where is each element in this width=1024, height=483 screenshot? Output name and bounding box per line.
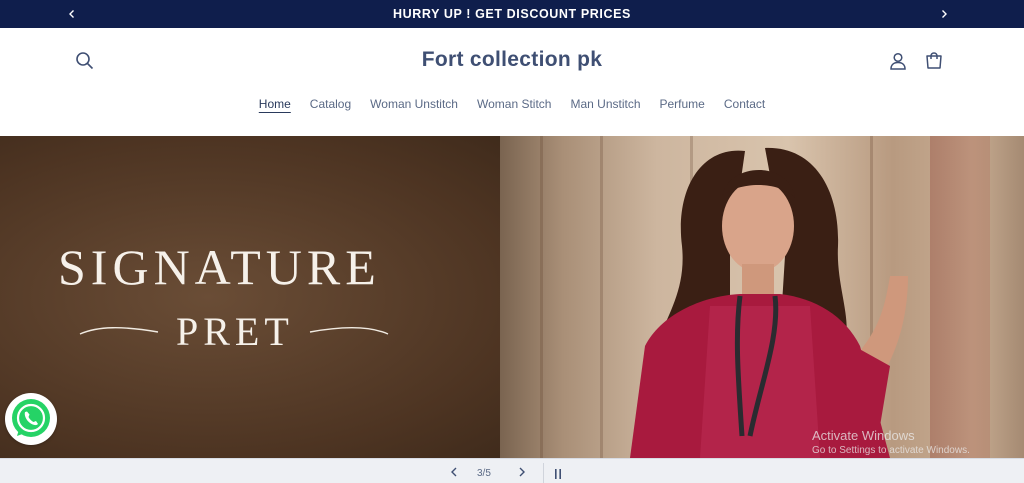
nav-item-woman-stitch[interactable]: Woman Stitch — [477, 95, 551, 113]
announcement-prev-button[interactable] — [58, 0, 86, 28]
cart-button[interactable] — [923, 50, 945, 72]
site-header: Fort collection pk Home Catalog Woman Un… — [0, 28, 1024, 136]
model-image — [630, 147, 908, 458]
whatsapp-button[interactable] — [5, 393, 57, 445]
nav-item-perfume[interactable]: Perfume — [660, 95, 705, 113]
main-nav: Home Catalog Woman Unstitch Woman Stitch… — [0, 95, 1024, 113]
chevron-left-icon — [451, 467, 457, 477]
brand-logo[interactable]: Fort collection pk — [0, 48, 1024, 72]
slide-prev-button[interactable] — [446, 464, 462, 480]
hero-background — [0, 136, 520, 458]
announcement-bar: HURRY UP ! GET DISCOUNT PRICES — [0, 0, 1024, 28]
slide-counter: 3/5 — [477, 468, 491, 479]
wall-door — [930, 136, 990, 458]
nav-item-contact[interactable]: Contact — [724, 95, 765, 113]
nav-item-home[interactable]: Home — [259, 95, 291, 113]
slide-next-button[interactable] — [514, 464, 530, 480]
slideshow-controls: 3/5 — [0, 458, 1024, 483]
announcement-next-button[interactable] — [930, 0, 958, 28]
chevron-left-icon — [69, 10, 74, 18]
account-button[interactable] — [887, 50, 909, 72]
cart-icon — [926, 52, 942, 69]
whatsapp-icon — [12, 399, 50, 437]
controls-divider — [543, 463, 544, 483]
announcement-message: HURRY UP ! GET DISCOUNT PRICES — [393, 7, 631, 21]
watermark-line1: Activate Windows — [812, 428, 915, 443]
chevron-right-icon — [942, 10, 947, 18]
nav-item-catalog[interactable]: Catalog — [310, 95, 351, 113]
hero-title: SIGNATURE — [58, 239, 381, 295]
hero-banner[interactable]: SIGNATURE PRET Activate Windows Go to Se… — [0, 136, 1024, 458]
wall-plank — [540, 136, 543, 458]
flourish-left — [79, 327, 159, 335]
windows-watermark: Activate Windows Go to Settings to activ… — [812, 428, 970, 456]
watermark-line2: Go to Settings to activate Windows. — [812, 445, 970, 456]
nav-item-man-unstitch[interactable]: Man Unstitch — [570, 95, 640, 113]
pause-icon — [555, 469, 561, 479]
slide-pause-button[interactable] — [551, 466, 565, 482]
account-icon — [890, 52, 906, 70]
hero-subtitle: PRET — [176, 309, 294, 354]
nav-item-woman-unstitch[interactable]: Woman Unstitch — [370, 95, 458, 113]
flourish-right — [309, 327, 389, 335]
chevron-right-icon — [519, 467, 525, 477]
